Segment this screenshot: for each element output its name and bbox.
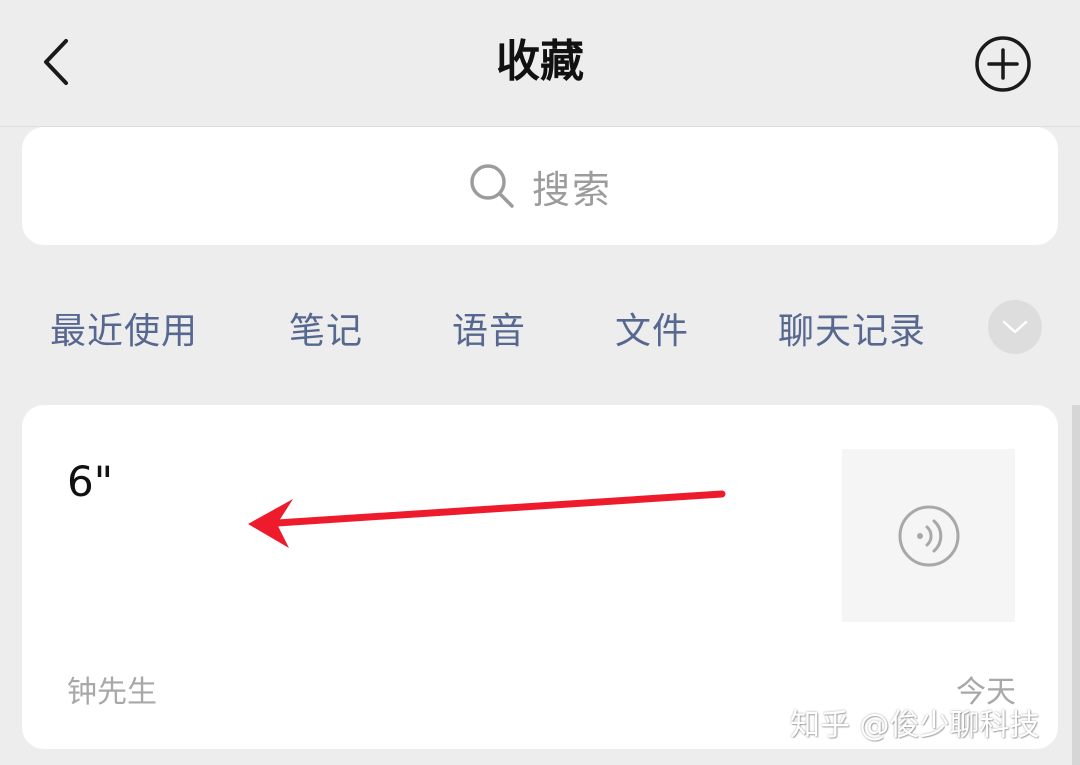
scrollbar[interactable] [1072, 405, 1080, 765]
favorite-thumbnail [842, 449, 1015, 622]
tab-notes[interactable]: 笔记 [289, 302, 363, 354]
favorite-author: 钟先生 [67, 675, 157, 710]
chevron-down-icon [1002, 320, 1028, 334]
watermark: 知乎 @俊少聊科技 [790, 708, 1040, 743]
add-favorite-button[interactable] [972, 34, 1034, 94]
search-icon [470, 164, 514, 208]
favorite-item[interactable]: 6" 钟先生 今天 [22, 405, 1058, 749]
tab-voice[interactable]: 语音 [452, 302, 526, 354]
search-placeholder: 搜索 [531, 167, 612, 212]
navigation-bar: 收藏 [0, 0, 1080, 127]
tab-recent[interactable]: 最近使用 [50, 302, 198, 354]
search-content: 搜索 [468, 159, 612, 214]
page-title: 收藏 [496, 36, 584, 87]
voice-icon [898, 505, 959, 566]
search-input[interactable]: 搜索 [22, 127, 1058, 245]
plus-circle-icon [975, 36, 1031, 92]
category-tabs: 最近使用 笔记 语音 文件 聊天记录 [0, 290, 1080, 364]
tab-files[interactable]: 文件 [615, 302, 689, 354]
tab-chat-history[interactable]: 聊天记录 [778, 302, 926, 354]
tabs-expand-button[interactable] [988, 300, 1042, 354]
favorite-voice-duration: 6" [67, 457, 114, 506]
